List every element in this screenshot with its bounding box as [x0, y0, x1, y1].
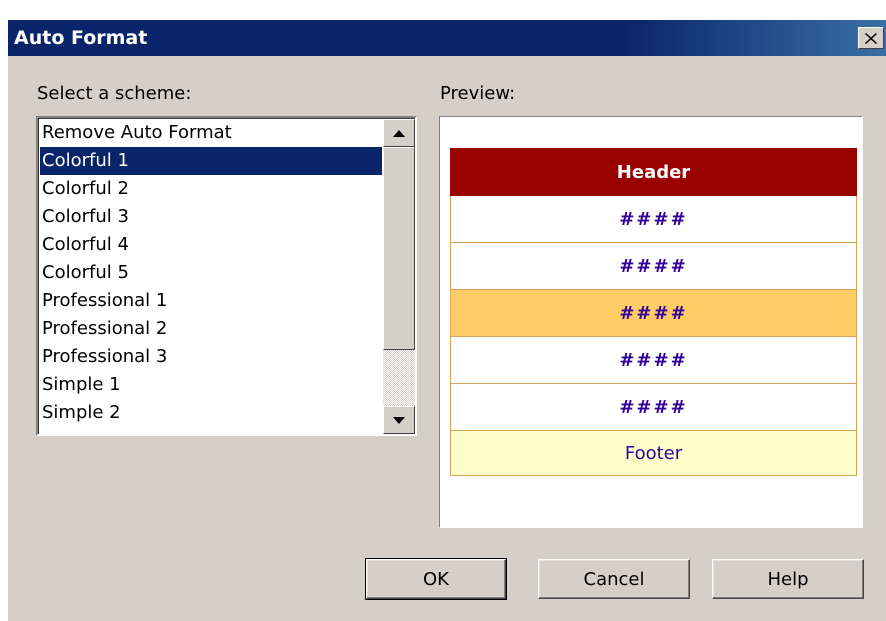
preview-row: ####: [450, 383, 857, 431]
vertical-scrollbar[interactable]: [383, 119, 415, 434]
list-item[interactable]: Remove Auto Format: [40, 119, 382, 147]
close-button[interactable]: [858, 27, 884, 49]
auto-format-dialog: Auto Format Select a scheme: Preview: Re…: [8, 20, 886, 621]
close-icon: [865, 32, 877, 44]
preview-row: ####: [450, 195, 857, 243]
list-item[interactable]: Simple 2: [40, 399, 382, 427]
ok-button[interactable]: OK: [365, 558, 507, 600]
preview-label: Preview:: [440, 83, 516, 104]
scroll-up-button[interactable]: [383, 119, 415, 147]
list-item[interactable]: Colorful 2: [40, 175, 382, 203]
preview-row: ####: [450, 336, 857, 384]
title-bar[interactable]: Auto Format: [8, 20, 886, 56]
list-item[interactable]: Simple 1: [40, 371, 382, 399]
list-item[interactable]: Colorful 5: [40, 259, 382, 287]
arrow-down-icon: [393, 416, 405, 424]
arrow-up-icon: [393, 129, 405, 137]
preview-table: Header #### #### #### #### #### Footer: [450, 148, 857, 476]
preview-pane: Header #### #### #### #### #### Footer: [439, 116, 863, 528]
list-item-selected[interactable]: Colorful 1: [40, 147, 382, 175]
list-item[interactable]: Colorful 4: [40, 231, 382, 259]
dialog-title: Auto Format: [14, 27, 148, 49]
list-item[interactable]: Professional 2: [40, 315, 382, 343]
scroll-thumb[interactable]: [383, 147, 415, 350]
cancel-button[interactable]: Cancel: [538, 559, 690, 599]
preview-footer: Footer: [450, 430, 857, 476]
scheme-label: Select a scheme:: [37, 83, 192, 104]
list-item[interactable]: Colorful 3: [40, 203, 382, 231]
list-item[interactable]: Professional 3: [40, 343, 382, 371]
scroll-down-button[interactable]: [383, 406, 415, 434]
scheme-listbox[interactable]: Remove Auto Format Colorful 1 Colorful 2…: [36, 116, 417, 436]
preview-row-alternate: ####: [450, 289, 857, 337]
help-button[interactable]: Help: [712, 559, 864, 599]
preview-row: ####: [450, 242, 857, 290]
preview-header: Header: [450, 148, 857, 196]
list-item[interactable]: Professional 1: [40, 287, 382, 315]
